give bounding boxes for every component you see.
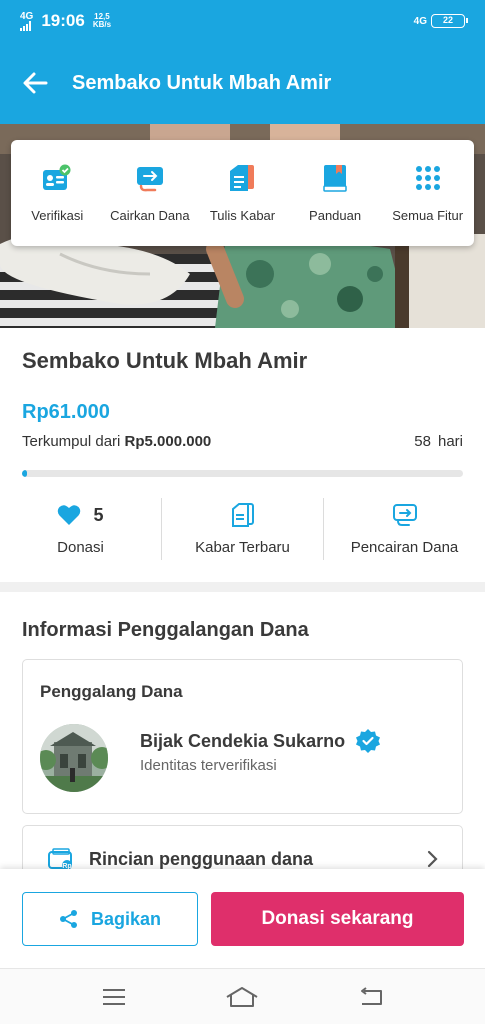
donate-label: Donasi sekarang <box>261 908 414 929</box>
fundraiser-name-row: Bijak Cendekia Sukarno <box>140 728 381 754</box>
feature-label: Verifikasi <box>31 208 84 223</box>
verified-badge-icon <box>356 729 381 753</box>
app-bar: Sembako Untuk Mbah Amir <box>0 42 485 124</box>
campaign-title: Sembako Untuk Mbah Amir <box>22 348 308 373</box>
collected-of-target: Terkumpul dari Rp5.000.000 <box>22 433 211 450</box>
system-back-button[interactable] <box>351 982 391 1012</box>
hamburger-menu-icon <box>103 988 126 1005</box>
stat-pencairan-dana[interactable]: Pencairan Dana <box>323 498 485 560</box>
news-update-icon <box>231 503 254 527</box>
feature-label: Cairkan Dana <box>110 208 190 223</box>
write-update-icon <box>226 162 258 194</box>
collected-prefix: Terkumpul dari <box>22 433 121 450</box>
progress-fill <box>22 470 28 477</box>
home-button[interactable] <box>222 982 262 1012</box>
days-remaining: 58 hari <box>414 433 463 450</box>
arrow-left-icon <box>23 72 48 94</box>
return-icon <box>360 986 382 1005</box>
fundraiser-card[interactable]: Penggalang Dana Bijak Cendekia Sukarno I… <box>22 659 463 814</box>
menu-button[interactable] <box>94 982 134 1012</box>
heart-icon <box>58 505 81 525</box>
card-heading: Penggalang Dana <box>40 682 183 701</box>
withdraw-funds-icon <box>134 162 166 194</box>
progress-bar <box>22 470 463 477</box>
system-nav-bar <box>0 968 485 1024</box>
share-button[interactable]: Bagikan <box>22 892 198 946</box>
feature-semua-fitur[interactable]: Semua Fitur <box>381 162 474 246</box>
verification-id-icon <box>41 162 73 194</box>
battery-level: 22 <box>442 15 453 25</box>
feature-label: Panduan <box>309 208 362 223</box>
feature-cairkan-dana[interactable]: Cairkan Dana <box>104 162 197 246</box>
battery-icon: 22 <box>431 14 468 28</box>
donate-now-button[interactable]: Donasi sekarang <box>211 892 464 946</box>
back-button[interactable] <box>20 68 50 98</box>
days-unit: hari <box>437 433 463 450</box>
home-icon <box>226 986 258 1007</box>
status-right: 4G 22 <box>413 14 468 28</box>
stat-donasi[interactable]: 5 Donasi <box>0 498 161 560</box>
detail-label: Rincian penggunaan dana <box>89 849 314 869</box>
status-time: 19:06 <box>41 11 85 30</box>
signal-bars-icon <box>20 20 33 31</box>
feature-tulis-kabar[interactable]: Tulis Kabar <box>196 162 289 246</box>
target-amount: Rp5.000.000 <box>124 433 212 450</box>
app-bar-title: Sembako Untuk Mbah Amir <box>72 71 332 94</box>
amount-raised: Rp61.000 <box>22 401 110 423</box>
share-icon <box>59 910 77 928</box>
network-type-left: 4G <box>20 10 34 22</box>
stat-kabar-terbaru[interactable]: Kabar Terbaru <box>161 498 323 560</box>
grid-dots-icon <box>412 162 444 194</box>
network-speed-unit: KB/s <box>92 20 112 29</box>
feature-label: Semua Fitur <box>392 208 464 223</box>
stat-label: Pencairan Dana <box>350 539 459 556</box>
network-speed: 12,5 KB/s <box>93 13 111 29</box>
status-left: 4G 19:06 12,5 KB/s <box>20 11 111 31</box>
section-divider <box>0 582 485 592</box>
signal-indicator: 4G <box>20 10 34 31</box>
days-count: 58 <box>414 433 431 450</box>
guide-book-icon <box>319 162 351 194</box>
stats-row: 5 Donasi Kabar Terbaru Pencairan Dana <box>0 498 485 560</box>
avatar <box>40 724 108 792</box>
action-bar: Bagikan Donasi sekarang <box>0 869 485 968</box>
share-label: Bagikan <box>90 908 162 929</box>
status-bar: 4G 19:06 12,5 KB/s 4G 22 <box>0 0 485 42</box>
withdrawal-icon <box>392 504 417 526</box>
stat-label: Donasi <box>57 539 104 556</box>
network-type-right: 4G <box>413 15 427 27</box>
fundraiser-name: Bijak Cendekia Sukarno <box>140 730 346 751</box>
donation-count: 5 <box>93 504 104 525</box>
feature-verifikasi[interactable]: Verifikasi <box>11 162 104 246</box>
stat-label: Kabar Terbaru <box>195 539 290 556</box>
feature-menu: Verifikasi Cairkan Dana Tulis Kabar Pand… <box>11 140 474 246</box>
chevron-right-icon <box>427 850 438 868</box>
feature-label: Tulis Kabar <box>209 208 276 223</box>
fundraiser-status: Identitas terverifikasi <box>140 757 277 774</box>
feature-panduan[interactable]: Panduan <box>289 162 382 246</box>
section-title: Informasi Penggalangan Dana <box>22 619 309 641</box>
